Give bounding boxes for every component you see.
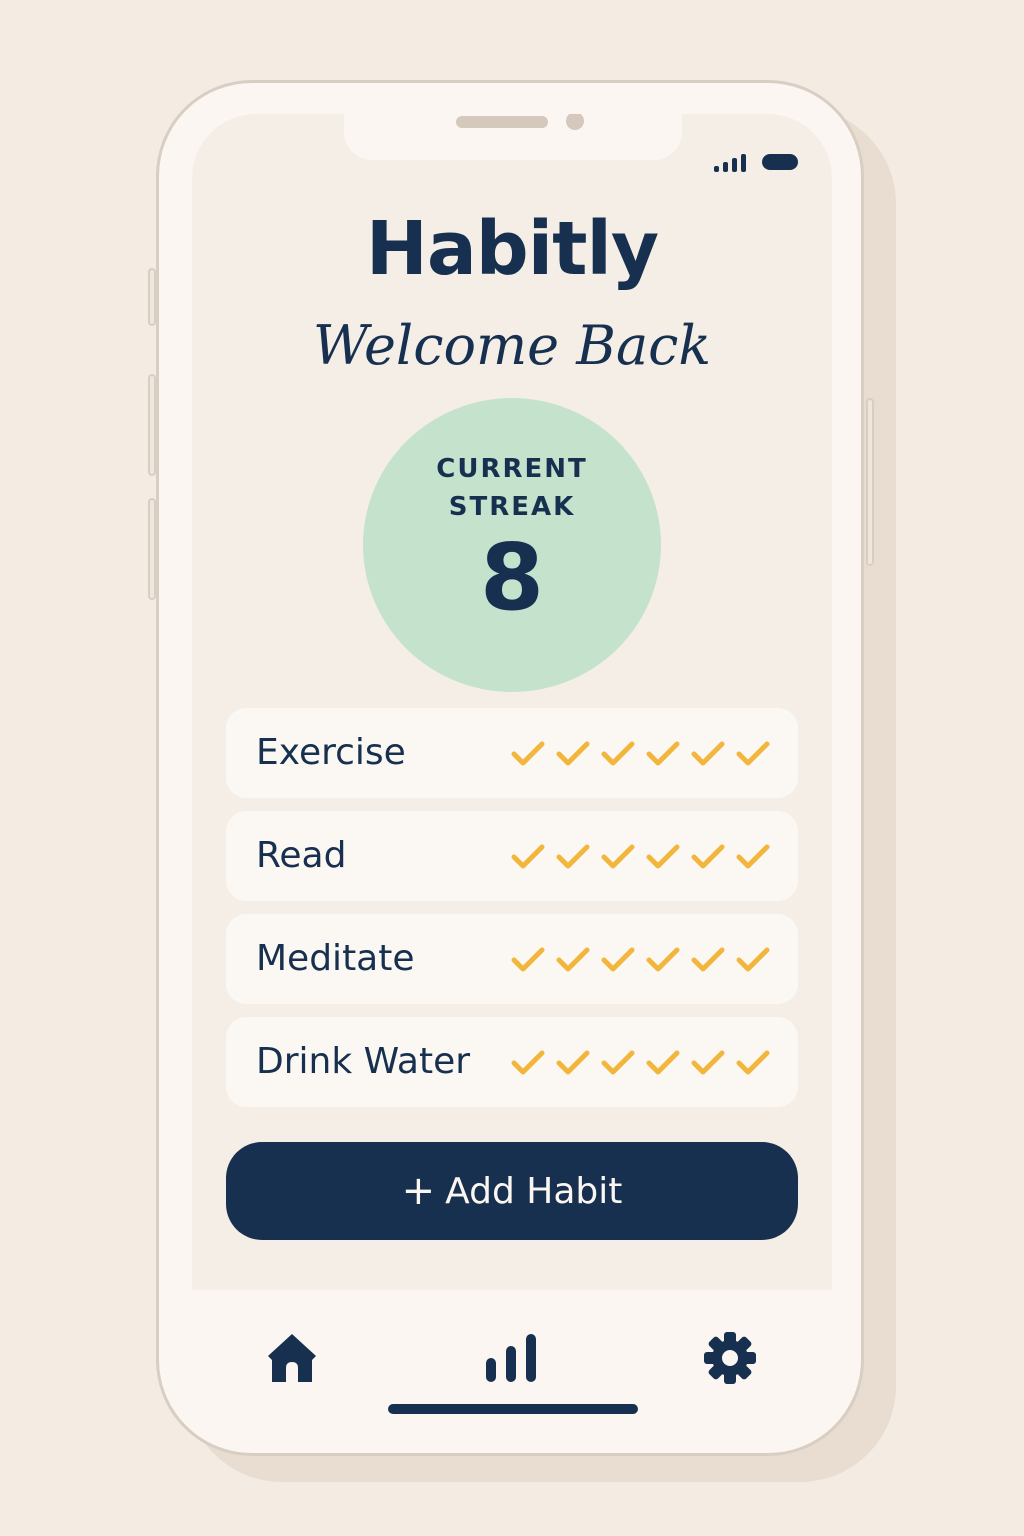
- stats-icon: [486, 1334, 536, 1382]
- check-icon[interactable]: [510, 841, 546, 873]
- tab-home[interactable]: [262, 1328, 322, 1388]
- check-icon[interactable]: [645, 841, 681, 873]
- gear-icon: [704, 1332, 756, 1384]
- battery-icon: [762, 154, 798, 170]
- habit-name: Meditate: [256, 938, 415, 979]
- check-icon[interactable]: [735, 944, 771, 976]
- check-icon[interactable]: [600, 738, 636, 770]
- add-habit-label: Add Habit: [445, 1170, 623, 1212]
- check-icon[interactable]: [690, 738, 726, 770]
- check-icon[interactable]: [510, 1047, 546, 1079]
- check-icon[interactable]: [510, 944, 546, 976]
- bottom-tab-bar: [192, 1290, 832, 1422]
- check-icon[interactable]: [555, 1047, 591, 1079]
- check-icon[interactable]: [555, 944, 591, 976]
- habit-row[interactable]: Meditate: [226, 914, 798, 1004]
- habit-name: Read: [256, 835, 347, 876]
- phone-notch: [344, 114, 682, 160]
- check-icon[interactable]: [735, 841, 771, 873]
- check-icon[interactable]: [510, 738, 546, 770]
- check-icon[interactable]: [735, 738, 771, 770]
- add-habit-button[interactable]: + Add Habit: [226, 1142, 798, 1240]
- check-icon[interactable]: [600, 841, 636, 873]
- check-icon[interactable]: [690, 1047, 726, 1079]
- habit-name: Drink Water: [256, 1041, 471, 1082]
- streak-counter: CURRENT STREAK 8: [363, 398, 661, 692]
- check-icon[interactable]: [600, 1047, 636, 1079]
- habit-row[interactable]: Read: [226, 811, 798, 901]
- check-icon[interactable]: [645, 738, 681, 770]
- check-icon[interactable]: [690, 841, 726, 873]
- home-icon: [268, 1334, 316, 1382]
- tab-settings[interactable]: [700, 1328, 760, 1388]
- check-icon[interactable]: [735, 1047, 771, 1079]
- check-icon[interactable]: [645, 944, 681, 976]
- check-icon[interactable]: [690, 944, 726, 976]
- speaker-grille: [456, 116, 548, 128]
- home-indicator[interactable]: [388, 1404, 638, 1414]
- check-icon[interactable]: [600, 944, 636, 976]
- check-icon[interactable]: [555, 738, 591, 770]
- phone-side-button: [148, 268, 156, 326]
- habit-row[interactable]: Exercise: [226, 708, 798, 798]
- welcome-greeting: Welcome Back: [312, 314, 712, 377]
- check-icon[interactable]: [645, 1047, 681, 1079]
- habit-name: Exercise: [256, 732, 406, 773]
- app-screen: Habitly Welcome Back CURRENT STREAK 8 Ex…: [192, 114, 832, 1422]
- tab-stats[interactable]: [482, 1328, 542, 1388]
- phone-power-button: [866, 398, 874, 566]
- phone-side-button: [148, 498, 156, 600]
- phone-side-button: [148, 374, 156, 476]
- streak-label: CURRENT STREAK: [436, 454, 588, 522]
- plus-icon: +: [401, 1168, 436, 1214]
- check-icon[interactable]: [555, 841, 591, 873]
- streak-value: 8: [479, 524, 544, 631]
- app-title: Habitly: [365, 206, 659, 292]
- habit-row[interactable]: Drink Water: [226, 1017, 798, 1107]
- front-camera: [566, 114, 584, 130]
